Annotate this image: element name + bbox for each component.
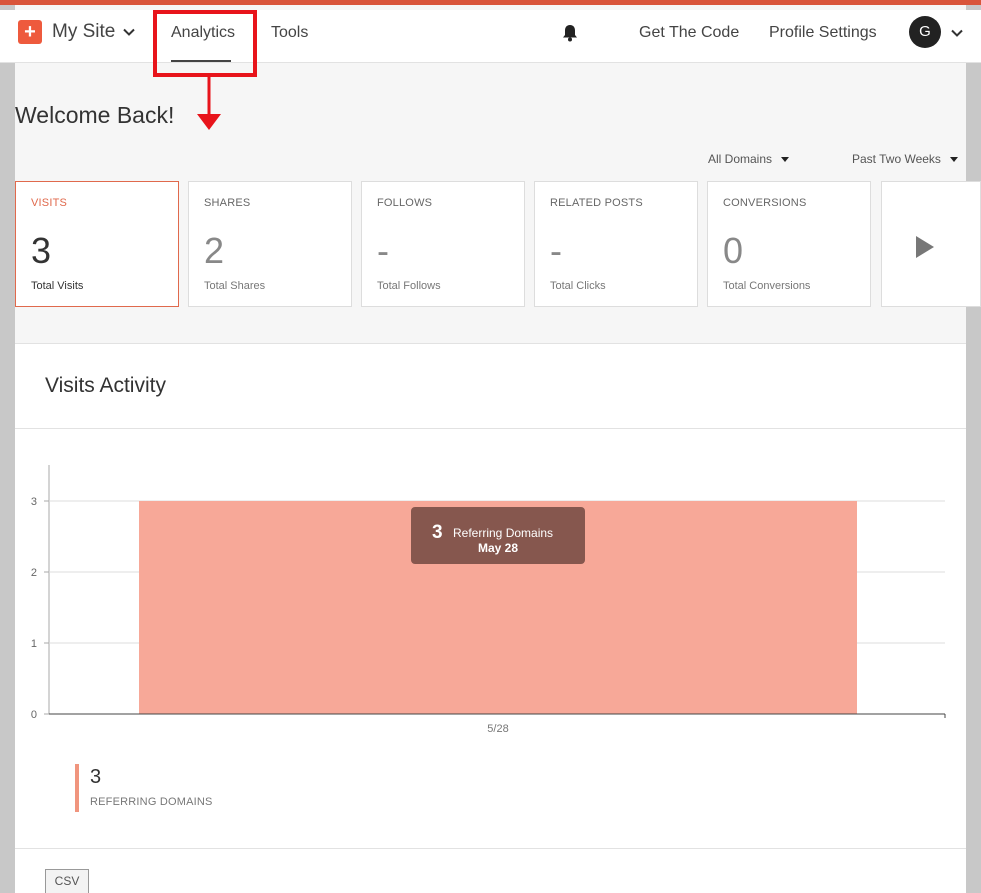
site-switcher[interactable]: + My Site (18, 20, 136, 44)
stat-value: 3 (31, 230, 52, 271)
stat-card-related-posts[interactable]: RELATED POSTS - Total Clicks (534, 181, 698, 307)
tab-analytics[interactable]: Analytics (171, 24, 235, 42)
domain-filter-label: All Domains (708, 152, 773, 166)
plus-icon: + (18, 20, 42, 44)
active-tab-underline (171, 60, 231, 62)
profile-settings-link[interactable]: Profile Settings (769, 24, 877, 42)
play-arrow-icon (916, 236, 934, 258)
panel-divider (15, 428, 966, 429)
stat-card-conversions[interactable]: CONVERSIONS 0 Total Conversions (707, 181, 871, 307)
caret-down-icon (781, 156, 790, 162)
y-tick-label: 2 (31, 567, 37, 579)
stat-subtitle: Total Follows (377, 280, 441, 292)
tooltip-value: 3 (432, 522, 443, 543)
get-the-code-link[interactable]: Get The Code (639, 24, 739, 42)
y-tick-label: 0 (31, 709, 37, 721)
bell-icon[interactable] (561, 23, 579, 43)
tooltip-label: Referring Domains (453, 526, 553, 540)
site-name: My Site (52, 21, 116, 42)
stat-card-shares[interactable]: SHARES 2 Total Shares (188, 181, 352, 307)
stat-value: 2 (204, 230, 225, 271)
stat-subtitle: Total Shares (204, 280, 266, 292)
chevron-down-icon (123, 28, 136, 36)
stat-title: VISITS (31, 197, 68, 209)
export-bar: CSV (15, 848, 966, 893)
legend-swatch (75, 764, 79, 812)
stats-next-button[interactable] (881, 181, 981, 307)
y-tick-label: 1 (31, 638, 37, 650)
visits-activity-panel: Visits Activity 0 1 2 3 5/28 3 Referring Domai… (15, 343, 966, 848)
visits-chart: 0 1 2 3 5/28 3 Referring DomainsMay 28 (31, 465, 946, 735)
tooltip-date: May 28 (478, 541, 518, 555)
csv-export-button[interactable]: CSV (45, 869, 89, 893)
caret-down-icon (949, 156, 958, 162)
domain-filter-dropdown[interactable]: All Domains (708, 152, 790, 166)
stat-value: - (550, 230, 562, 271)
page-title: Welcome Back! (15, 102, 175, 128)
stat-title: CONVERSIONS (723, 197, 807, 209)
date-range-dropdown[interactable]: Past Two Weeks (852, 152, 958, 166)
stat-card-follows[interactable]: FOLLOWS - Total Follows (361, 181, 525, 307)
panel-title: Visits Activity (45, 374, 166, 397)
avatar[interactable]: G (909, 16, 941, 48)
stat-subtitle: Total Clicks (550, 280, 606, 292)
annotation-arrow-icon (197, 76, 221, 130)
chevron-down-icon[interactable] (951, 27, 963, 39)
legend-value: 3 (90, 766, 102, 788)
date-range-label: Past Two Weeks (852, 152, 941, 166)
stat-subtitle: Total Visits (31, 280, 84, 292)
stat-title: SHARES (204, 197, 251, 209)
top-navbar: + My Site Analytics Tools Get The Code P… (0, 10, 981, 63)
stat-subtitle: Total Conversions (723, 280, 811, 292)
tab-tools[interactable]: Tools (271, 24, 308, 42)
legend-label: REFERRING DOMAINS (90, 796, 213, 808)
stat-title: RELATED POSTS (550, 197, 643, 209)
stat-value: 0 (723, 230, 744, 271)
y-tick-label: 3 (31, 496, 37, 508)
stat-title: FOLLOWS (377, 197, 433, 209)
stat-value: - (377, 230, 389, 271)
stat-card-visits[interactable]: VISITS 3 Total Visits (15, 181, 179, 307)
x-tick-label: 5/28 (487, 723, 508, 735)
